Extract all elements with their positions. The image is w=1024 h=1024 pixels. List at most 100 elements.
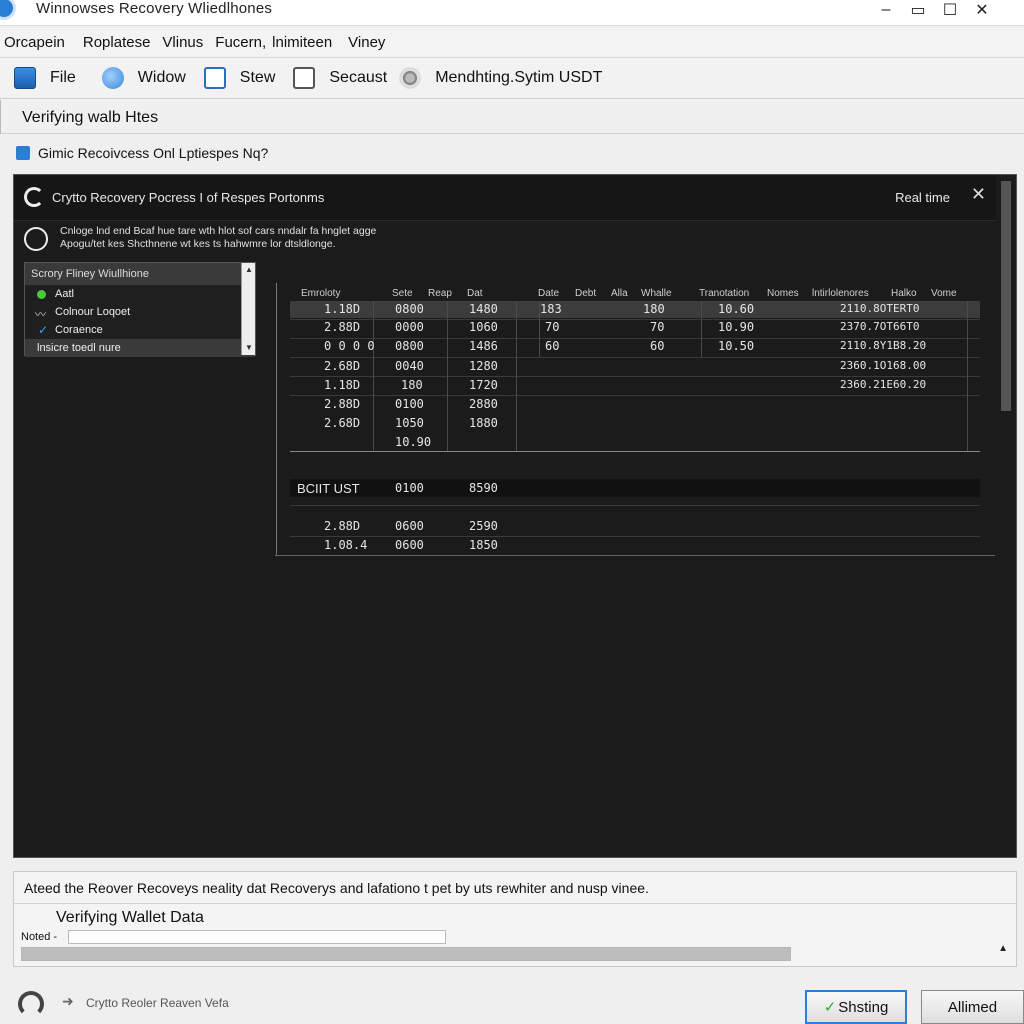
status-bar-text: Crytto Reoler Reaven Vefa bbox=[86, 996, 229, 1010]
list-item[interactable]: Aatl bbox=[25, 285, 255, 303]
table-cell: 0 0 0 0 bbox=[324, 339, 375, 353]
list-item-label: Coraence bbox=[55, 324, 103, 336]
description-line: Cnloge lnd end Bcaf hue tare wth hlot so… bbox=[60, 225, 377, 237]
menu-item-lnimiteen[interactable]: lnimiteen bbox=[270, 34, 334, 51]
shsting-button[interactable]: ✓ Shsting bbox=[805, 990, 907, 1024]
column-header: Vome bbox=[931, 288, 957, 299]
check-icon: ✓ bbox=[38, 323, 49, 337]
column-header: Nomes bbox=[767, 288, 799, 299]
divider bbox=[14, 903, 1016, 904]
list-item[interactable]: ✓ Coraence bbox=[25, 321, 255, 339]
list-item[interactable]: lnsicre toedl nure bbox=[25, 339, 255, 357]
list-item-label: Colnour Loqoet bbox=[55, 306, 131, 318]
table-cell: 1.18D bbox=[324, 378, 361, 392]
divider bbox=[0, 100, 12, 134]
table-cell: 2360.1O168.00 bbox=[840, 359, 927, 372]
toolbar-mendhting-button[interactable]: Mendhting.Sytim USDT bbox=[399, 62, 602, 94]
panel-scrollbar[interactable] bbox=[996, 175, 1016, 555]
menu-item-orcapein[interactable]: Orcapein bbox=[2, 34, 67, 51]
menu-bar: Orcapein Roplatese Vlinus Fucern, lnimit… bbox=[0, 28, 1024, 56]
panel-header: Crytto Recovery Pocress I of Respes Port… bbox=[14, 175, 1016, 221]
options-listbox[interactable]: Scrory Fliney Wiullhione Aatl 〰 Colnour … bbox=[24, 262, 256, 357]
restore-button[interactable]: ▭ bbox=[902, 0, 934, 20]
panel-title: Crytto Recovery Pocress I of Respes Port… bbox=[52, 190, 325, 205]
column-divider bbox=[373, 301, 374, 451]
column-divider bbox=[701, 301, 702, 357]
table-cell: 8590 bbox=[469, 481, 498, 495]
scrollbar-thumb[interactable] bbox=[1001, 181, 1011, 411]
table-cell: 0600 bbox=[395, 519, 424, 533]
row-divider bbox=[290, 357, 980, 358]
toolbar-label: Widow bbox=[137, 69, 186, 86]
expand-arrow-icon[interactable]: ▲ bbox=[998, 943, 1008, 954]
table-cell: 1880 bbox=[469, 416, 498, 430]
table-cell: 2110.8OTERT0 bbox=[840, 302, 920, 315]
column-header: Dat bbox=[467, 288, 483, 299]
menu-item-vlinus[interactable]: Vlinus bbox=[160, 34, 205, 51]
table-cell: 0600 bbox=[395, 538, 424, 552]
group-row[interactable] bbox=[290, 479, 980, 497]
column-header: Sete bbox=[392, 288, 413, 299]
section-header: Verifying walb Htes bbox=[0, 100, 1024, 134]
menu-item-viney[interactable]: Viney bbox=[346, 34, 387, 51]
row-divider bbox=[290, 451, 980, 452]
row-divider bbox=[290, 395, 980, 396]
noted-label: Noted - bbox=[21, 931, 58, 943]
allimed-button[interactable]: Allimed bbox=[921, 990, 1024, 1024]
table-cell: 180 bbox=[643, 302, 665, 316]
list-item-label: Aatl bbox=[55, 288, 74, 300]
column-header: Halko bbox=[891, 288, 917, 299]
info-text: Gimic Recoivcess Onl Lptiespes Nq? bbox=[38, 145, 269, 161]
button-label: Shsting bbox=[838, 998, 889, 1016]
table-cell: 1486 bbox=[469, 339, 498, 353]
app-icon bbox=[0, 0, 16, 20]
minimize-button[interactable]: – bbox=[870, 0, 902, 20]
notice-text: Ateed the Reover Recoveys neality dat Re… bbox=[24, 880, 649, 896]
table-cell: 1280 bbox=[469, 359, 498, 373]
toolbar-stew-button[interactable]: Stew bbox=[203, 62, 275, 94]
table-cell: 2.88D bbox=[324, 397, 361, 411]
check-icon: ✓ bbox=[823, 999, 837, 1016]
column-header: Reap bbox=[428, 288, 452, 299]
list-item[interactable]: 〰 Colnour Loqoet bbox=[25, 303, 255, 321]
menu-item-roplatese[interactable]: Roplatese bbox=[81, 34, 153, 51]
progress-bar bbox=[21, 947, 791, 961]
table-cell: 10.90 bbox=[718, 320, 755, 334]
toolbar-window-button[interactable]: Widow bbox=[101, 62, 186, 94]
table-cell: 10.50 bbox=[718, 339, 755, 353]
progress-fill bbox=[22, 948, 790, 960]
column-header: lntirlolenores bbox=[812, 288, 869, 299]
table-cell: 0000 bbox=[395, 320, 424, 334]
info-line: Gimic Recoivcess Onl Lptiespes Nq? bbox=[16, 145, 268, 161]
column-divider bbox=[516, 301, 517, 451]
noted-field[interactable] bbox=[68, 930, 446, 944]
table-cell: 70 bbox=[650, 320, 665, 334]
group-label: BCIIT UST bbox=[297, 481, 360, 496]
scroll-up-icon[interactable]: ▲ bbox=[245, 265, 253, 274]
listbox-scrollbar[interactable]: ▲ ▼ bbox=[241, 263, 255, 355]
maximize-button[interactable]: ☐ bbox=[934, 0, 966, 20]
table-cell: 0040 bbox=[395, 359, 424, 373]
info-icon bbox=[16, 146, 30, 160]
table-cell: 0800 bbox=[395, 302, 424, 316]
column-divider bbox=[447, 301, 448, 451]
gear-icon bbox=[399, 67, 422, 89]
table-cell: 70 bbox=[545, 320, 560, 334]
toolbar-label: File bbox=[50, 69, 76, 86]
table-cell: 2.88D bbox=[324, 519, 361, 533]
table-cell: 1.18D bbox=[324, 302, 361, 316]
table-cell: 1850 bbox=[469, 538, 498, 552]
close-button[interactable]: ✕ bbox=[966, 0, 998, 20]
panel-close-button[interactable]: ✕ bbox=[971, 184, 986, 205]
row-divider bbox=[290, 505, 980, 506]
menu-item-fucern[interactable]: Fucern, bbox=[213, 34, 268, 51]
scroll-down-icon[interactable]: ▼ bbox=[245, 343, 253, 352]
toolbar-file-button[interactable]: File bbox=[14, 62, 76, 94]
table-cell: 180 bbox=[401, 378, 423, 392]
status-section: Ateed the Reover Recoveys neality dat Re… bbox=[13, 871, 1017, 967]
status-title: Verifying Wallet Data bbox=[56, 909, 204, 926]
realtime-label: Real time bbox=[895, 190, 950, 205]
chart-icon: 〰 bbox=[35, 309, 46, 321]
toolbar-secaust-button[interactable]: Secaust bbox=[293, 62, 387, 94]
column-header: Date bbox=[538, 288, 560, 299]
